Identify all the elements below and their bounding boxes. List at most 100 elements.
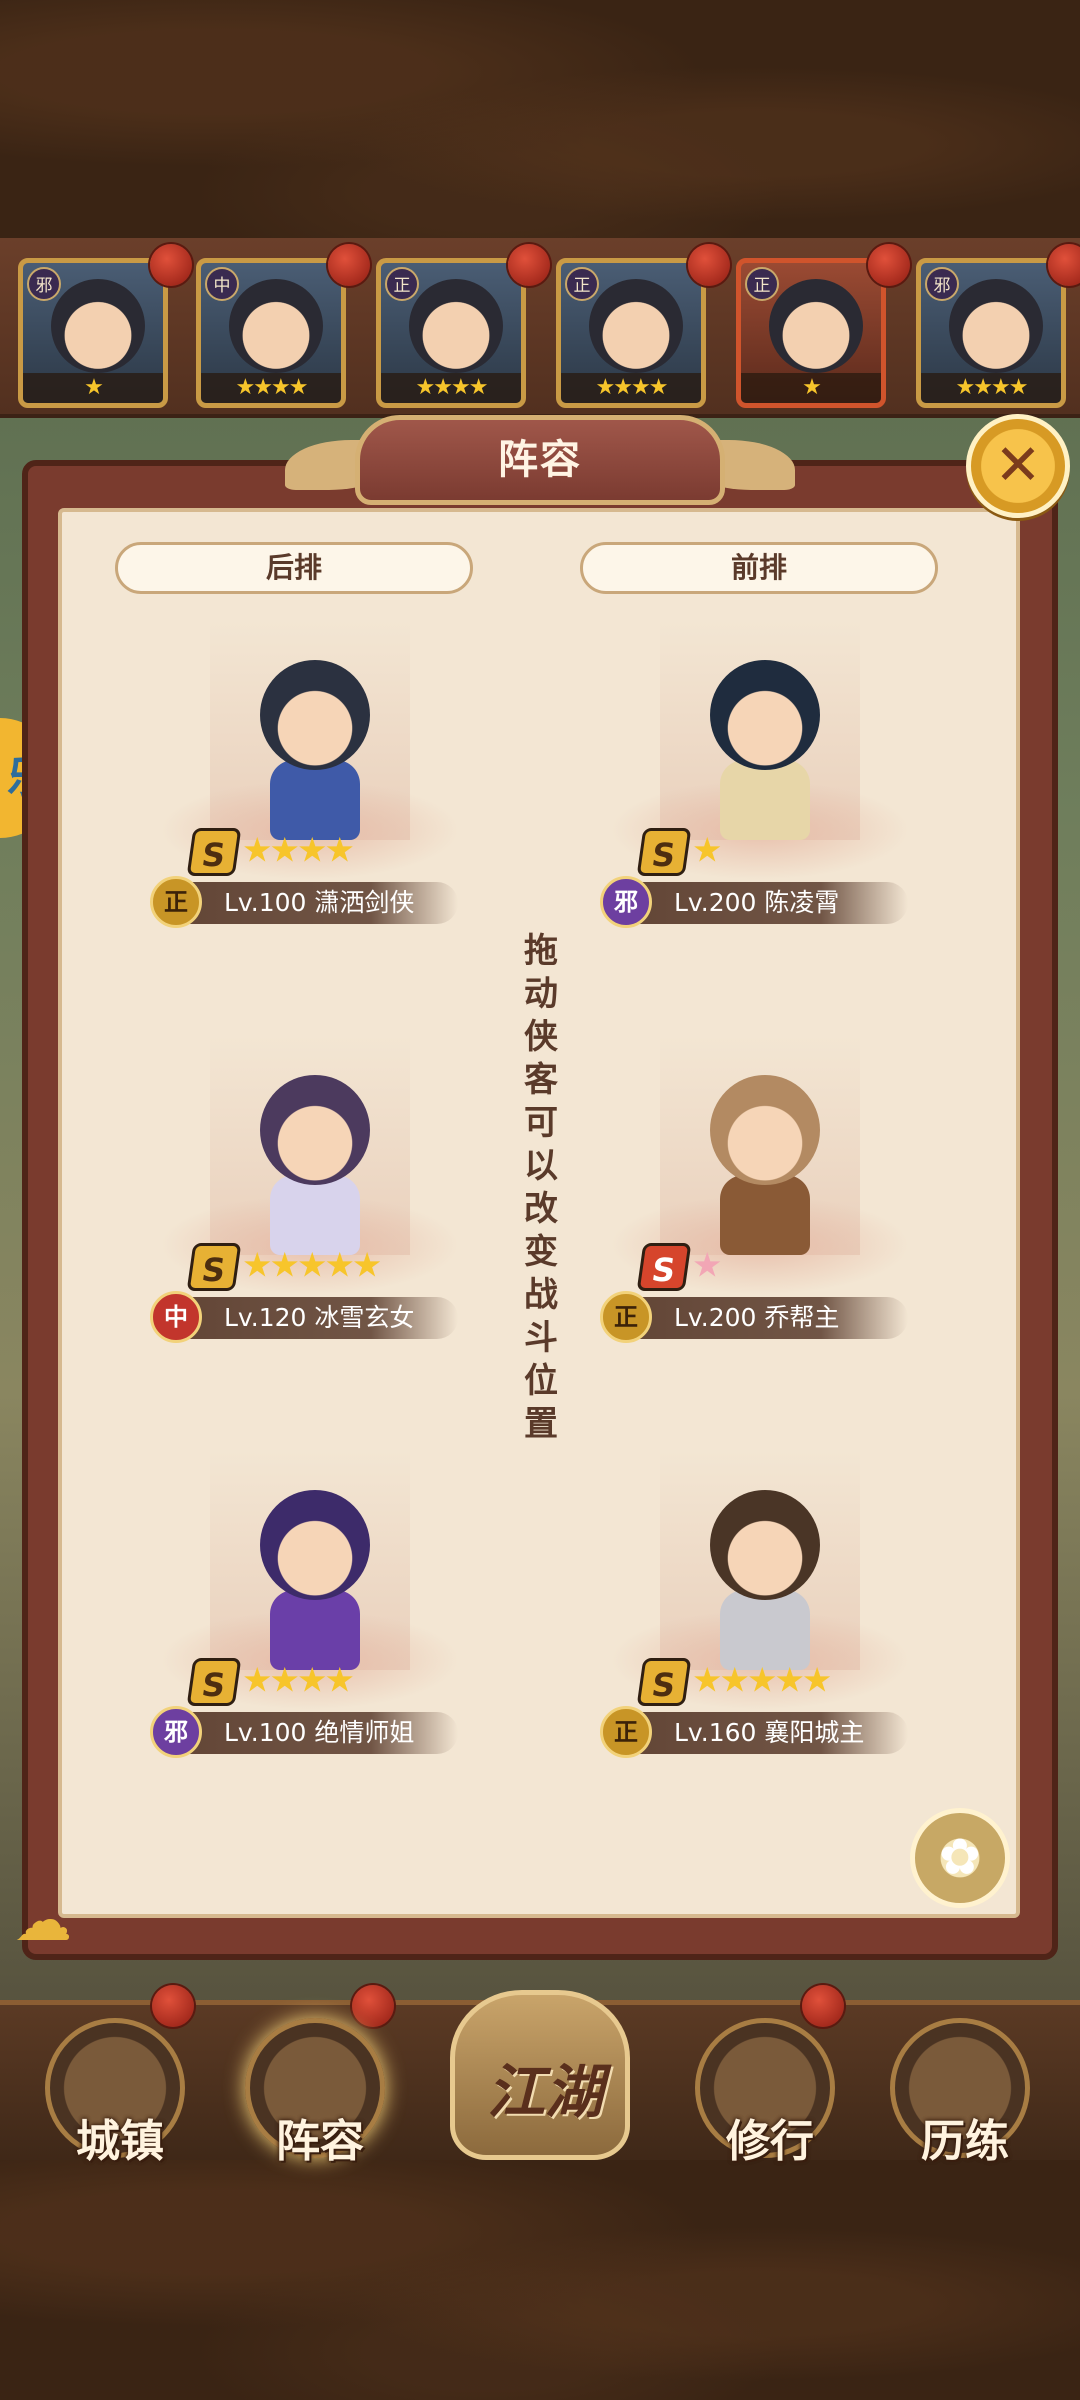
hero-head — [260, 1490, 370, 1600]
star-rating: ★★★★ — [242, 830, 355, 871]
hero-portrait — [949, 279, 1043, 373]
lantern-icon — [508, 244, 550, 286]
star-rating: ★★★★ — [242, 1660, 355, 1701]
grade-badge: S — [636, 1243, 692, 1291]
lantern-icon — [802, 1985, 844, 2027]
hero-nameplate: Lv.100 绝情师姐 — [168, 1712, 458, 1754]
hero-slot[interactable]: S ★★★★ Lv.100 潇洒剑侠正 — [150, 620, 470, 960]
grade-badge: S — [186, 828, 242, 876]
nav-training-label: 历练 — [921, 2116, 1009, 2167]
faction-badge: 邪 — [600, 876, 652, 928]
hero-figure — [695, 1490, 835, 1680]
faction-badge: 中 — [150, 1291, 202, 1343]
hero-level: Lv.100 — [224, 888, 307, 917]
faction-badge: 正 — [565, 267, 599, 301]
panel-title: 阵容 — [355, 415, 725, 505]
faction-badge: 正 — [385, 267, 419, 301]
nav-jianghu-label: 江湖 — [486, 2058, 603, 2126]
hero-portrait — [409, 279, 503, 373]
hero-slot[interactable]: S ★★★★★ Lv.120 冰雪玄女 中 — [150, 1035, 470, 1375]
faction-badge: 正 — [745, 267, 779, 301]
star-rating: ★★★★ — [921, 373, 1061, 403]
back-row-label: 后排 — [115, 542, 473, 594]
hero-name: 潇洒剑侠 — [314, 888, 415, 917]
star-rating: ★★★★★ — [242, 1245, 382, 1286]
hero-card[interactable]: 正 ★ — [736, 258, 886, 408]
nav-training[interactable]: 历练 — [890, 2018, 1030, 2167]
lantern-icon — [150, 244, 192, 286]
hero-head — [710, 660, 820, 770]
nav-cultivate[interactable]: 修行 — [695, 2018, 835, 2167]
hero-head — [710, 1075, 820, 1185]
hero-head — [710, 1490, 820, 1600]
faction-badge: 正 — [600, 1706, 652, 1758]
faction-badge: 正 — [600, 1291, 652, 1343]
hero-slot[interactable]: S ★★★★★ Lv.160 襄阳城主正 — [600, 1450, 920, 1790]
hero-level: Lv.120 — [224, 1303, 307, 1332]
faction-badge: 正 — [150, 876, 202, 928]
hero-portrait — [51, 279, 145, 373]
hero-portrait — [769, 279, 863, 373]
front-row-label: 前排 — [580, 542, 938, 594]
hero-nameplate: Lv.200 乔帮主 — [618, 1297, 908, 1339]
nav-lineup[interactable]: 阵容 — [245, 2018, 385, 2167]
hero-figure — [695, 1075, 835, 1265]
grade-stars: S ★★★★★ — [186, 1243, 480, 1291]
hero-slot[interactable]: S ★ Lv.200 乔帮主正 — [600, 1035, 920, 1375]
faction-badge: 邪 — [150, 1706, 202, 1758]
lantern-icon — [688, 244, 730, 286]
hero-portrait — [229, 279, 323, 373]
nav-town-label: 城镇 — [76, 2116, 164, 2167]
hero-card[interactable]: 正 ★★★★ — [556, 258, 706, 408]
lantern-icon — [868, 244, 910, 286]
hero-head — [260, 1075, 370, 1185]
star-rating: ★★★★ — [201, 373, 341, 403]
hero-figure — [245, 1075, 385, 1265]
hero-level: Lv.200 — [674, 888, 757, 917]
hero-level: Lv.160 — [674, 1718, 757, 1747]
star-rating: ★ — [741, 373, 881, 403]
star-rating: ★ — [692, 1245, 723, 1286]
star-rating: ★★★★ — [561, 373, 701, 403]
hero-nameplate: Lv.100 潇洒剑侠 — [168, 882, 458, 924]
grade-badge: S — [636, 828, 692, 876]
close-button[interactable]: ✕ — [966, 414, 1070, 518]
star-rating: ★ — [23, 373, 163, 403]
star-rating: ★★★★ — [381, 373, 521, 403]
faction-badge: 中 — [205, 267, 239, 301]
grade-badge: S — [186, 1243, 242, 1291]
hero-card[interactable]: 中 ★★★★ — [196, 258, 346, 408]
hero-nameplate: Lv.200 陈凌霄 — [618, 882, 908, 924]
hero-card[interactable]: 邪 ★★★★ — [916, 258, 1066, 408]
grade-stars: S ★ — [636, 1243, 930, 1291]
hero-name: 冰雪玄女 — [314, 1303, 415, 1332]
hero-card[interactable]: 邪 ★ — [18, 258, 168, 408]
flower-icon: ✿ — [939, 1828, 981, 1886]
hero-portrait — [589, 279, 683, 373]
hero-level: Lv.100 — [224, 1718, 307, 1747]
grade-badge: S — [186, 1658, 242, 1706]
hero-head — [260, 660, 370, 770]
nav-lineup-label: 阵容 — [276, 2116, 364, 2167]
formation-button[interactable]: ✿ — [910, 1808, 1010, 1908]
star-rating: ★★★★★ — [692, 1660, 832, 1701]
drag-hint-text: 拖动侠客可以改变战斗位置 — [524, 931, 558, 1444]
grade-stars: S ★★★★ — [186, 828, 480, 876]
cloud-ornament-icon: ☁ — [14, 1886, 72, 1954]
hero-name: 乔帮主 — [764, 1303, 840, 1332]
hero-figure — [245, 660, 385, 850]
nav-jianghu[interactable]: 江湖 — [450, 1990, 630, 2160]
nav-town[interactable]: 城镇 — [45, 2018, 185, 2167]
star-rating: ★ — [692, 830, 723, 871]
grade-stars: S ★★★★ — [186, 1658, 480, 1706]
hero-card[interactable]: 正 ★★★★ — [376, 258, 526, 408]
grade-badge: S — [636, 1658, 692, 1706]
lantern-icon — [352, 1985, 394, 2027]
hero-slot[interactable]: S ★★★★ Lv.100 绝情师姐邪 — [150, 1450, 470, 1790]
bottom-background — [0, 2160, 1080, 2400]
hero-slot[interactable]: S ★ Lv.200 陈凌霄邪 — [600, 620, 920, 960]
faction-badge: 邪 — [27, 267, 61, 301]
lantern-icon — [152, 1985, 194, 2027]
hero-name: 陈凌霄 — [764, 888, 840, 917]
hero-figure — [245, 1490, 385, 1680]
